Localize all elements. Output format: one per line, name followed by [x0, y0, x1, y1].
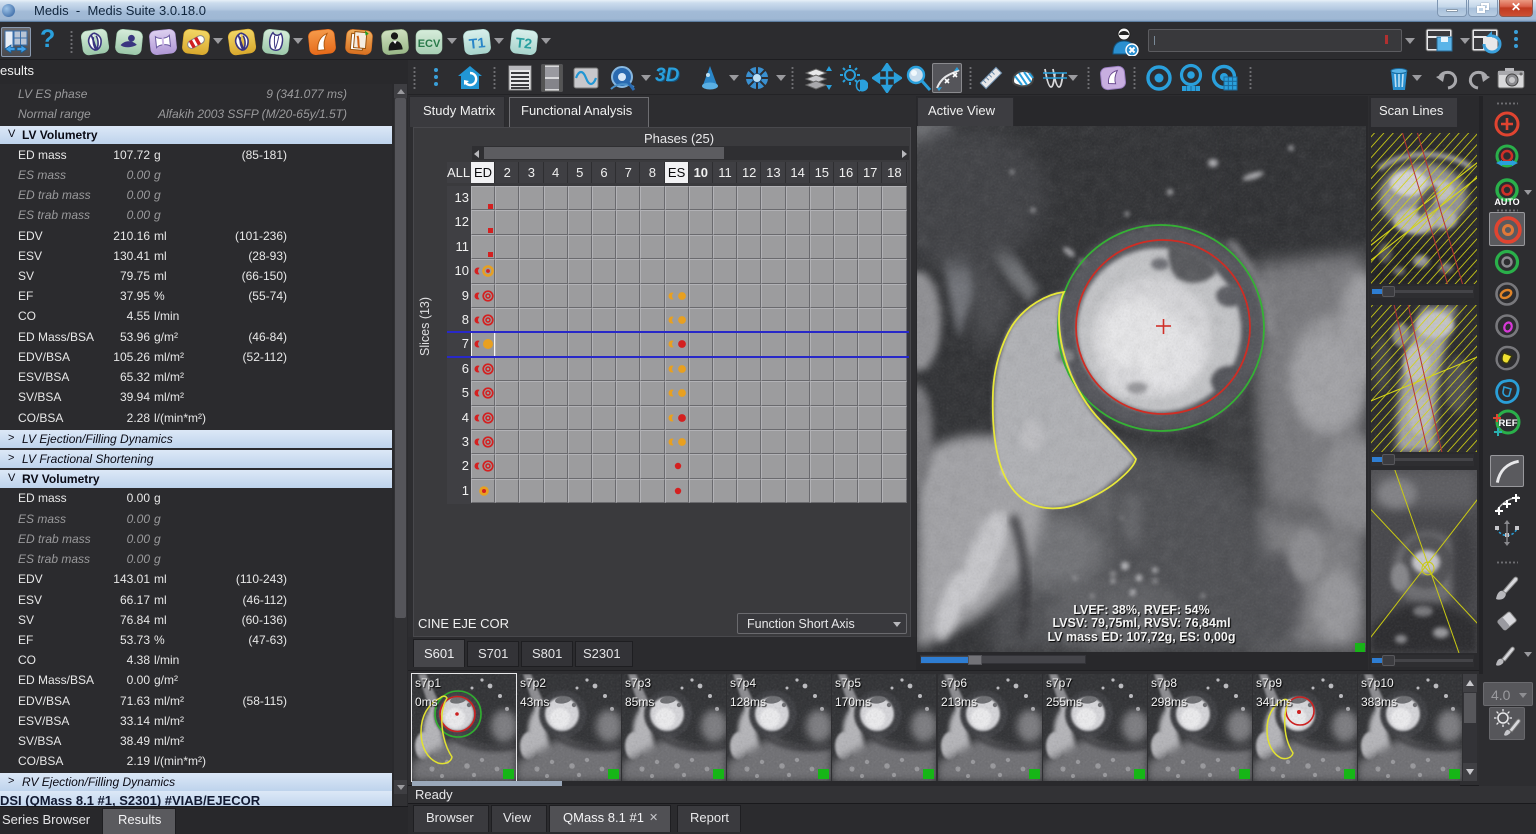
svg-text:REF: REF: [1499, 418, 1518, 429]
svg-text:ECV: ECV: [418, 38, 441, 50]
svg-text:AUTO: AUTO: [1494, 197, 1519, 207]
svg-text:T1: T1: [468, 34, 486, 52]
svg-text:T2: T2: [515, 34, 533, 52]
